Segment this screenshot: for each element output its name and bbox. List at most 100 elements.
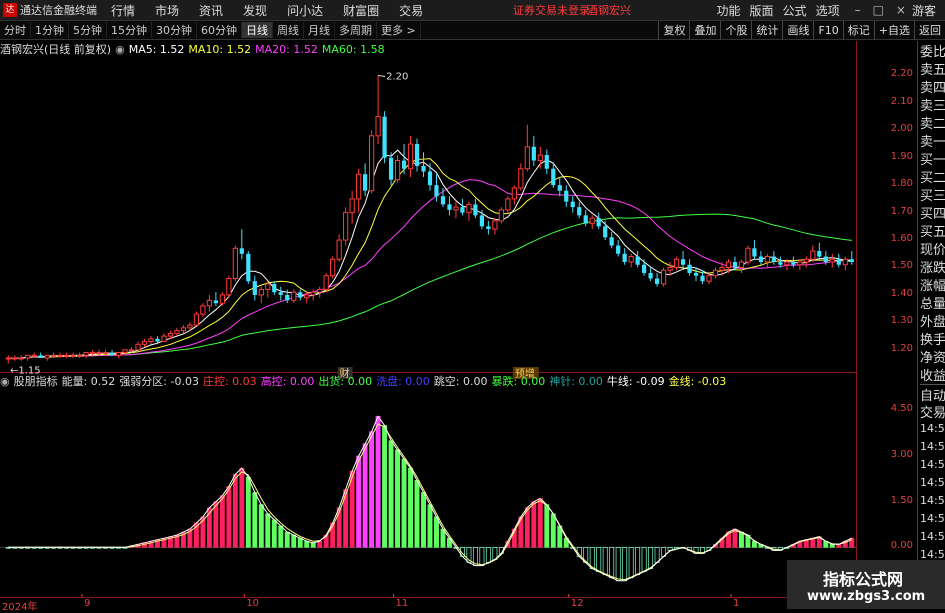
menu-item-wealth[interactable]: 财富圈 — [343, 2, 379, 19]
menu-item-markets[interactable]: 市场 — [155, 2, 179, 19]
candle-body — [434, 185, 439, 197]
candle-body — [44, 354, 50, 359]
menu-item-news[interactable]: 资讯 — [199, 2, 223, 19]
tab-weekly[interactable]: 周线 — [273, 22, 304, 38]
candle-body — [752, 248, 757, 257]
adjust-button[interactable]: 复权 — [658, 20, 689, 40]
indicator-legend-item: 出货: 0.00 — [318, 375, 373, 388]
ma20-line — [8, 179, 852, 359]
mark-button[interactable]: 标记 — [842, 20, 874, 40]
tab-1min[interactable]: 1分钟 — [31, 22, 69, 38]
candle-body — [537, 154, 543, 162]
menu-item-formula[interactable]: 公式 — [783, 2, 807, 19]
indicator-bar — [849, 537, 855, 548]
date-axis: 2024年910111212 — [0, 597, 857, 613]
price-tick-label: 2.20 — [890, 68, 913, 80]
tab-15min[interactable]: 15分钟 — [107, 22, 152, 38]
menu-item-ask[interactable]: 问小达 — [287, 2, 323, 19]
candle-body — [577, 207, 582, 216]
indicator-title: 股朋指标 — [13, 375, 58, 388]
tab-timeshare[interactable]: 分时 — [0, 22, 31, 38]
trade-time-item: 14:56 — [920, 476, 945, 489]
candle-body — [317, 288, 323, 293]
candle-body — [57, 354, 63, 357]
tab-daily[interactable]: 日线 — [242, 22, 273, 38]
candle-body — [784, 261, 790, 266]
draw-line-button[interactable]: 画线 — [782, 20, 813, 40]
candle-body — [673, 258, 680, 268]
indicator-bar — [388, 440, 394, 548]
indicator-bar — [427, 504, 433, 548]
login-warning[interactable]: 证券交易未登录 — [513, 2, 590, 18]
tab-60min[interactable]: 60分钟 — [197, 22, 242, 38]
quote-field-label[interactable]: 交易 — [920, 402, 945, 421]
indicator-bar — [544, 504, 550, 548]
trade-time-item: 14:56 — [920, 512, 945, 525]
candle-body — [791, 262, 796, 265]
user-guest-label[interactable]: 游客 — [912, 2, 936, 19]
quote-field-label: 卖二 — [920, 117, 945, 132]
menu-item-trade[interactable]: 交易 — [399, 2, 423, 19]
trade-time-item: 14:56 — [920, 440, 945, 453]
candle-body — [596, 218, 601, 227]
back-button[interactable]: 返回 — [914, 20, 945, 40]
kline-chart[interactable]: 2.20←1.15 财预增 — [0, 41, 857, 597]
period-toolbar: 分时 1分钟 5分钟 15分钟 30分钟 60分钟 日线 周线 月线 多周期 更… — [0, 20, 945, 40]
menu-bar: 达 通达信金融终端 行情 市场 资讯 发现 问小达 财富圈 交易 证券交易未登录… — [0, 0, 945, 21]
minimize-button[interactable]: – — [855, 3, 861, 17]
menu-item-market[interactable]: 行情 — [111, 2, 135, 19]
indicator-bar — [550, 513, 556, 548]
indicator-bar — [369, 431, 375, 548]
stock-button[interactable]: 个股 — [720, 20, 751, 40]
date-tick-label: 1 — [732, 598, 740, 609]
quote-field-label[interactable]: 自动 — [920, 384, 945, 404]
candle-body — [745, 247, 751, 263]
candle-body — [323, 275, 329, 290]
menu-item-layout[interactable]: 版面 — [750, 2, 774, 19]
candle-body — [375, 116, 381, 137]
indicator-toggle-icon[interactable]: ◉ — [0, 375, 10, 388]
overlay-button[interactable]: 叠加 — [689, 20, 720, 40]
tab-multi-period[interactable]: 多周期 — [335, 22, 377, 38]
candle-body — [38, 355, 43, 359]
indicator-tick-label: 1.50 — [890, 494, 913, 506]
candle-body — [148, 338, 154, 343]
candle-body — [77, 354, 83, 357]
indicator-bar — [271, 519, 277, 548]
indicator-bar — [245, 476, 251, 548]
f10-button[interactable]: F10 — [813, 20, 842, 40]
indicator-legend-item: 跳空: 0.00 — [433, 375, 488, 388]
legend-toggle-icon[interactable]: ◉ — [115, 43, 125, 56]
tab-5min[interactable]: 5分钟 — [69, 22, 107, 38]
date-tick-label: 12 — [570, 598, 584, 609]
menu-item-discover[interactable]: 发现 — [243, 2, 267, 19]
candle-body — [680, 259, 686, 265]
tab-more[interactable]: 更多 > — [377, 22, 421, 38]
close-button[interactable]: × — [896, 3, 906, 17]
candle-body — [486, 226, 491, 230]
quote-field-label: 净资 — [920, 351, 945, 366]
maximize-button[interactable]: □ — [873, 3, 884, 17]
indicator-bar — [408, 467, 413, 548]
candle-body — [460, 207, 465, 213]
tab-30min[interactable]: 30分钟 — [152, 22, 197, 38]
menu-item-options[interactable]: 选项 — [816, 2, 840, 19]
candle-body — [349, 198, 355, 214]
menu-item-function[interactable]: 功能 — [717, 2, 741, 19]
candle-body — [414, 144, 420, 166]
candle-body — [498, 209, 504, 222]
candle-body — [219, 294, 225, 304]
tab-monthly[interactable]: 月线 — [304, 22, 335, 38]
quote-field-label: 卖一 — [920, 135, 945, 150]
add-watchlist-button[interactable]: +自选 — [873, 20, 914, 40]
indicator-bar — [479, 546, 485, 566]
app-logo-icon: 达 — [3, 3, 17, 17]
candle-body — [427, 171, 433, 186]
quote-field-label: 卖五 — [920, 63, 945, 78]
candle-body — [810, 250, 816, 260]
indicator-tick-label: 0.00 — [890, 540, 913, 552]
candle-body — [589, 217, 595, 225]
candle-body — [407, 143, 414, 170]
stats-button[interactable]: 统计 — [751, 20, 782, 40]
candle-body — [96, 352, 102, 355]
